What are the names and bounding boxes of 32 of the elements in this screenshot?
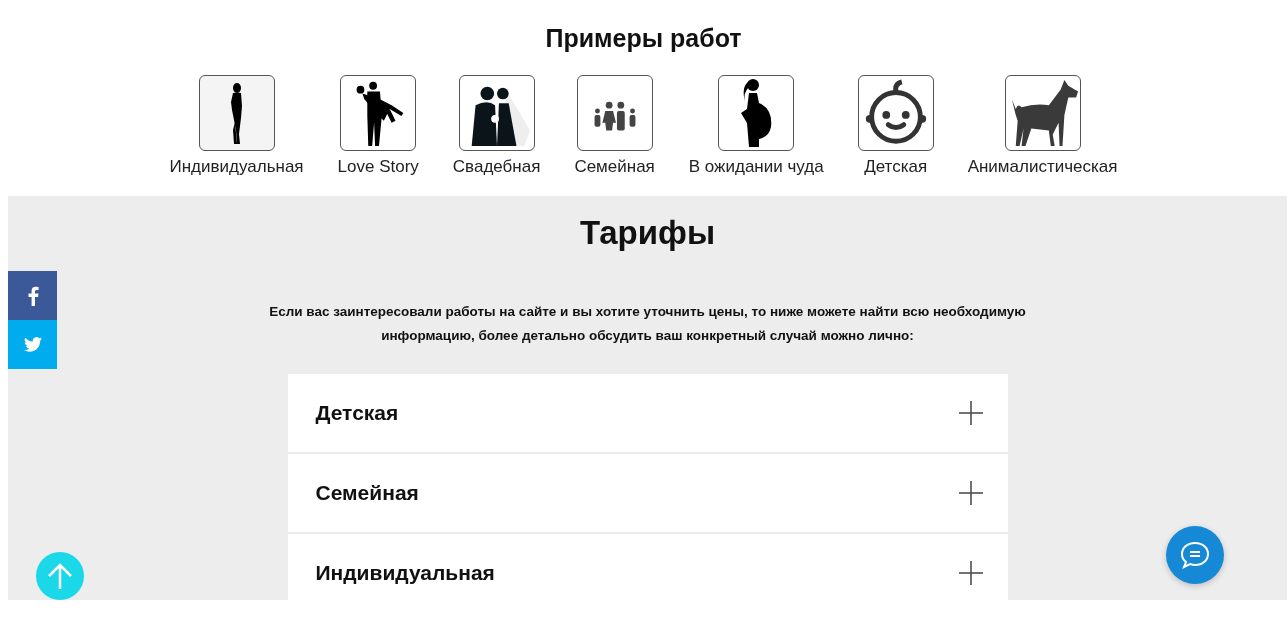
category-tile[interactable]: [576, 75, 653, 151]
category-label[interactable]: Анималистическая: [967, 157, 1118, 177]
facebook-icon: [26, 285, 39, 306]
arrow-up-icon: [47, 562, 73, 590]
accordion-header[interactable]: Детская: [287, 374, 1008, 452]
category-tile[interactable]: [857, 75, 934, 151]
category-tile[interactable]: [1004, 75, 1081, 151]
plus-icon: [957, 400, 984, 426]
section-title: Тарифы: [578, 214, 717, 252]
accordion-title: Семейная: [315, 481, 419, 505]
category-label[interactable]: Детская: [864, 157, 928, 177]
plus-icon: [957, 560, 984, 586]
category-label[interactable]: Свадебная: [452, 157, 541, 177]
category-label[interactable]: Семейная: [574, 157, 655, 177]
intro-paragraph: Если вас заинтересовали работы на сайте и вы хотите уточнить цены, то ниже можете найти всю необходимую информацию, более детально обсудить ваш конкретный случай можно лично:: [268, 303, 1027, 345]
category-tile[interactable]: [340, 75, 417, 151]
accordion-title: Индивидуальная: [315, 561, 495, 585]
pregnant-woman-icon: [740, 78, 773, 148]
plus-icon: [957, 480, 984, 506]
speech-bubble-icon: [1180, 541, 1210, 569]
facebook-share-button[interactable]: [8, 271, 57, 320]
woman-silhouette-icon: [230, 81, 244, 145]
category-label[interactable]: Индивидуальная: [169, 157, 304, 177]
accordion-header[interactable]: Семейная: [287, 454, 1008, 532]
category-tile[interactable]: [458, 75, 535, 151]
section-title: Примеры работ: [544, 24, 743, 53]
category-tile[interactable]: [718, 75, 795, 151]
bird-icon: [23, 337, 42, 352]
accordion-title: Детская: [315, 401, 399, 425]
category-tile[interactable]: [198, 75, 275, 151]
category-label[interactable]: В ожидании чуда: [688, 157, 824, 177]
category-label[interactable]: Love Story: [337, 157, 419, 177]
